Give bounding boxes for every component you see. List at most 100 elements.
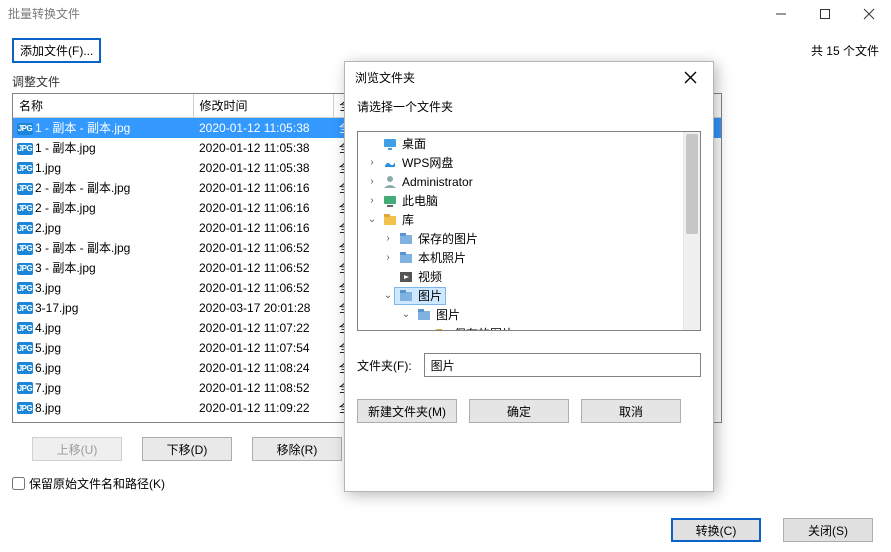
file-name-cell: JPG1 - 副本.jpg xyxy=(13,138,193,158)
file-date-cell: 2020-01-12 11:05:38 xyxy=(193,158,333,178)
file-name-cell: JPG1.jpg xyxy=(13,158,193,178)
chevron-down-icon[interactable]: ⌄ xyxy=(366,214,378,225)
file-name-cell: JPG7.jpg xyxy=(13,378,193,398)
file-name-text: 2 - 副本.jpg xyxy=(35,201,96,215)
caret-placeholder: · xyxy=(418,328,430,331)
file-date-cell: 2020-03-17 20:01:28 xyxy=(193,298,333,318)
tree-item-label: 图片 xyxy=(418,287,442,304)
file-date-cell: 2020-01-12 11:06:16 xyxy=(193,178,333,198)
jpg-icon: JPG xyxy=(17,263,33,275)
file-date-cell: 2020-01-12 11:05:38 xyxy=(193,118,333,139)
chevron-right-icon[interactable]: › xyxy=(366,157,378,168)
tree-item[interactable]: › Administrator xyxy=(362,172,700,191)
tree-item[interactable]: › WPS网盘 xyxy=(362,153,700,172)
browse-dialog-prompt: 请选择一个文件夹 xyxy=(357,98,701,115)
tree-item[interactable]: · 桌面 xyxy=(362,134,700,153)
file-name-text: 3 - 副本 - 副本.jpg xyxy=(35,241,130,255)
main-titlebar: 批量转换文件 xyxy=(0,0,891,28)
file-name-text: 3 - 副本.jpg xyxy=(35,261,96,275)
tree-item[interactable]: ⌄ 图片 xyxy=(362,286,700,305)
file-name-cell: JPG2 - 副本.jpg xyxy=(13,198,193,218)
browse-dialog-titlebar: 浏览文件夹 xyxy=(345,62,713,92)
tree-item[interactable]: › 本机照片 xyxy=(362,248,700,267)
jpg-icon: JPG xyxy=(17,282,33,294)
folder-tree[interactable]: · 桌面 › WPS网盘 › Administrator › 此电脑⌄库 › 保存的图片 › 本机照片… xyxy=(357,131,701,331)
file-name-text: 7.jpg xyxy=(35,381,61,395)
cancel-button[interactable]: 取消 xyxy=(581,399,681,423)
tree-item-label: Administrator xyxy=(402,175,473,189)
video-icon xyxy=(398,269,414,285)
chevron-right-icon[interactable]: › xyxy=(366,195,378,206)
libitem-icon xyxy=(398,250,414,266)
keep-original-checkbox[interactable] xyxy=(12,477,25,490)
jpg-icon: JPG xyxy=(17,362,33,374)
close-button[interactable] xyxy=(847,0,891,28)
tree-item[interactable]: · 保存的图片 xyxy=(362,324,700,331)
libitem-icon xyxy=(398,231,414,247)
file-name-cell: JPG3 - 副本.jpg xyxy=(13,258,193,278)
ok-button[interactable]: 确定 xyxy=(469,399,569,423)
close-dialog-button[interactable]: 关闭(S) xyxy=(783,518,873,542)
file-name-text: 3-17.jpg xyxy=(35,301,78,315)
tree-item-label: 视频 xyxy=(418,268,442,285)
jpg-icon: JPG xyxy=(17,243,33,255)
chevron-right-icon[interactable]: › xyxy=(382,233,394,244)
new-folder-button[interactable]: 新建文件夹(M) xyxy=(357,399,457,423)
move-up-button[interactable]: 上移(U) xyxy=(32,437,122,461)
file-name-text: 1 - 副本.jpg xyxy=(35,141,96,155)
file-name-text: 8.jpg xyxy=(35,401,61,415)
browse-dialog-close-button[interactable] xyxy=(673,66,707,88)
tree-item[interactable]: ⌄库 xyxy=(362,210,700,229)
file-date-cell: 2020-01-12 11:06:16 xyxy=(193,218,333,238)
chevron-right-icon[interactable]: › xyxy=(366,176,378,187)
file-date-cell: 2020-01-12 11:06:52 xyxy=(193,258,333,278)
folder-icon xyxy=(434,326,450,332)
col-name-header[interactable]: 名称 xyxy=(13,94,193,118)
chevron-down-icon[interactable]: ⌄ xyxy=(382,290,394,301)
file-date-cell: 2020-01-12 11:07:54 xyxy=(193,338,333,358)
jpg-icon: JPG xyxy=(17,322,33,334)
file-name-cell: JPG1 - 副本 - 副本.jpg xyxy=(13,118,193,139)
chevron-right-icon[interactable]: › xyxy=(382,252,394,263)
file-name-cell: JPG3.jpg xyxy=(13,278,193,298)
jpg-icon: JPG xyxy=(17,302,33,314)
col-date-header[interactable]: 修改时间 xyxy=(193,94,333,118)
tree-item-label: 保存的图片 xyxy=(454,325,514,331)
file-name-text: 5.jpg xyxy=(35,341,61,355)
libitem-icon xyxy=(398,288,414,304)
file-name-cell: JPG6.jpg xyxy=(13,358,193,378)
tree-item[interactable]: › 此电脑 xyxy=(362,191,700,210)
file-date-cell: 2020-01-12 11:05:38 xyxy=(193,138,333,158)
tree-item-label: 桌面 xyxy=(402,135,426,152)
caret-placeholder: · xyxy=(366,138,378,149)
folder-name-input[interactable] xyxy=(424,353,701,377)
folder-name-row: 文件夹(F): xyxy=(357,353,701,377)
move-down-button[interactable]: 下移(D) xyxy=(142,437,232,461)
maximize-button[interactable] xyxy=(803,0,847,28)
remove-button[interactable]: 移除(R) xyxy=(252,437,342,461)
tree-scrollbar[interactable] xyxy=(683,132,700,330)
jpg-icon: JPG xyxy=(17,382,33,394)
tree-scrollbar-thumb[interactable] xyxy=(686,134,698,234)
folder-name-label: 文件夹(F): xyxy=(357,357,412,374)
tree-item-label: 此电脑 xyxy=(402,192,438,209)
chevron-down-icon[interactable]: ⌄ xyxy=(400,309,412,320)
tree-item[interactable]: ⌄图片 xyxy=(362,305,700,324)
file-date-cell: 2020-01-12 11:09:22 xyxy=(193,398,333,418)
browse-dialog-title: 浏览文件夹 xyxy=(355,69,673,86)
keep-original-label: 保留原始文件名和路径(K) xyxy=(29,475,165,492)
wps-icon xyxy=(382,155,398,171)
jpg-icon: JPG xyxy=(17,203,33,215)
tree-item-label: 本机照片 xyxy=(418,249,466,266)
file-name-cell: JPG4.jpg xyxy=(13,318,193,338)
footer-buttons: 转换(C) 关闭(S) xyxy=(671,518,873,542)
lib-icon xyxy=(382,212,398,228)
convert-button[interactable]: 转换(C) xyxy=(671,518,761,542)
add-file-button[interactable]: 添加文件(F)... xyxy=(12,38,101,63)
minimize-button[interactable] xyxy=(759,0,803,28)
tree-item-label: 保存的图片 xyxy=(418,230,478,247)
tree-item[interactable]: ·视频 xyxy=(362,267,700,286)
file-name-cell: JPG8.jpg xyxy=(13,398,193,418)
tree-item-label: WPS网盘 xyxy=(402,154,453,171)
tree-item[interactable]: › 保存的图片 xyxy=(362,229,700,248)
